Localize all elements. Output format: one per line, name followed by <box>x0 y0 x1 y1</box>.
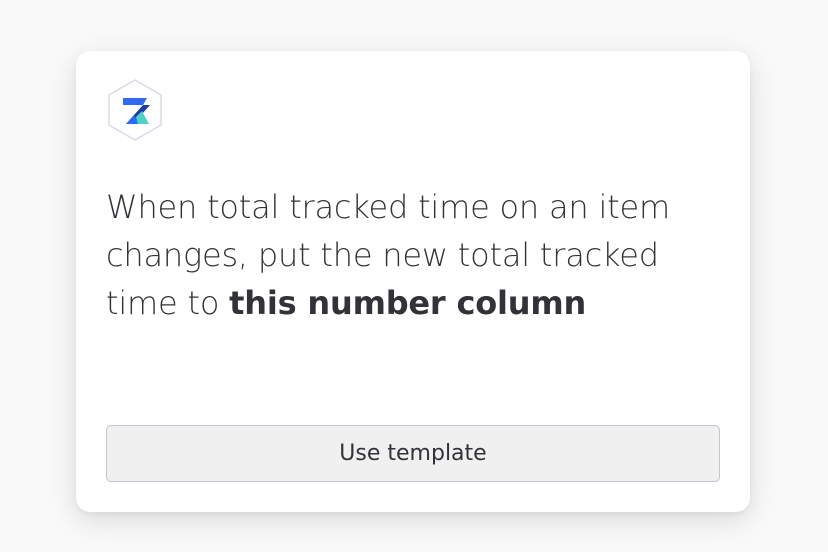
template-description: When total tracked time on an item chang… <box>106 183 716 327</box>
column-placeholder-link: this number column <box>229 284 587 322</box>
page: When total tracked time on an item chang… <box>0 0 828 552</box>
use-template-button[interactable]: Use template <box>106 425 720 482</box>
app-logo-icon <box>108 79 162 141</box>
automation-template-card: When total tracked time on an item chang… <box>76 51 750 512</box>
